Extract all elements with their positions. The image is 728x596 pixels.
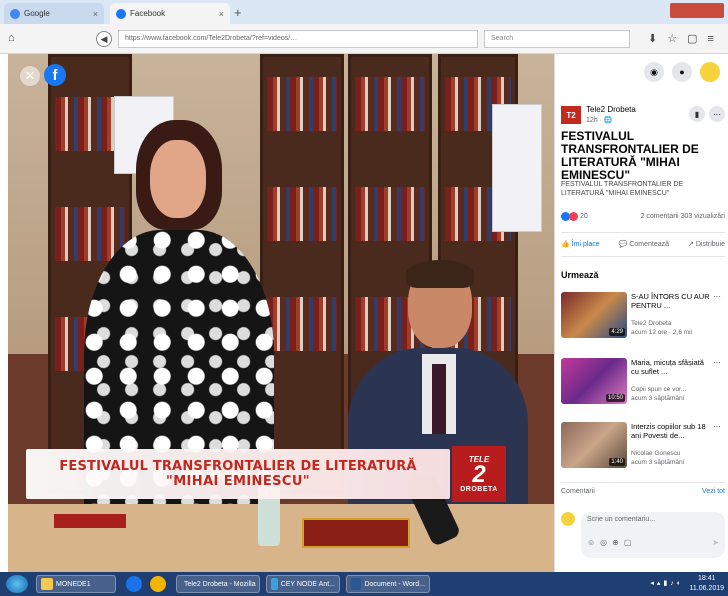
system-tray[interactable]: ◂▴▮♪◐ (650, 579, 684, 587)
taskbar: MONEDE1 Tele2 Drobeta - Mozilla CEY NODE… (0, 572, 728, 596)
post-stats: 20 2 comentarii 303 vizualizări (561, 212, 725, 226)
tab-label: Google (24, 9, 50, 18)
notifications-icon[interactable]: ● (672, 62, 692, 82)
list-item[interactable]: 4:29 S-AU ÎNTORS CU AUR PENTRU ... Tele2… (561, 292, 725, 346)
banner-line1: FESTIVALUL TRANSFRONTALIER DE LITERATURĂ (59, 459, 417, 474)
comment-tools[interactable]: ☺◎⊕▢ (587, 538, 636, 547)
video-meta: acum 12 ore · 2,6 mii (631, 329, 693, 336)
post-actions: 👍 Îmi place 💬 Comentează ↗ Distribuie (561, 240, 725, 248)
avatar (561, 512, 575, 526)
google-icon (10, 8, 20, 19)
reactions[interactable]: 20 (561, 212, 588, 221)
toolbar-icons[interactable]: ⬇☆▢≡ (648, 32, 724, 45)
tab-label: Facebook (130, 9, 166, 18)
video-title[interactable]: Maria, micuța sfâșiată cu suflet ... (631, 358, 713, 376)
love-icon (569, 212, 578, 221)
wall-poster (492, 104, 542, 232)
list-item[interactable]: 1:40 Interzis copiilor sub 18 ani Povest… (561, 422, 725, 476)
post-time: 12h · 🌐 (586, 117, 613, 124)
page-logo[interactable]: T2 (561, 106, 581, 124)
comments-label: Comentarii (561, 488, 595, 495)
comments-header: Comentarii Vezi tot (561, 488, 725, 495)
comments-views[interactable]: 2 comentarii 303 vizualizări (641, 213, 725, 220)
video-channel: Tele2 Drobeta (631, 320, 672, 327)
home-icon[interactable]: ⌂ (8, 32, 15, 44)
tele2-logo: TELE 2 DROBETA (452, 446, 506, 502)
reactions-count: 20 (580, 213, 588, 220)
video-title[interactable]: Interzis copiilor sub 18 ani Povesti de.… (631, 422, 713, 440)
table (8, 470, 554, 572)
new-tab-button[interactable]: + (234, 5, 242, 20)
page-header: T2 Tele2 Drobeta 12h · 🌐 ▮ ⋯ (561, 104, 725, 128)
comment-input[interactable]: Scrie un comentariu... (581, 512, 725, 558)
video-channel: Copii spun ce vor... (631, 386, 687, 393)
clock[interactable]: 18:41 11.06.2019 (689, 574, 724, 594)
divider (561, 256, 725, 257)
post-title: FESTIVALUL TRANSFRONTALIER DE LITERATURĂ… (561, 129, 699, 182)
close-icon[interactable]: × (219, 9, 224, 19)
lower-third-banner: FESTIVALUL TRANSFRONTALIER DE LITERATURĂ… (26, 449, 450, 499)
video-channel: Nicolae Gonescu (631, 450, 681, 457)
like-button[interactable]: 👍 Îmi place (561, 240, 600, 248)
messenger-icon[interactable]: ◉ (644, 62, 664, 82)
tab-bar: Google × Facebook × + (0, 0, 728, 24)
page-name[interactable]: Tele2 Drobeta (586, 105, 636, 114)
banner-line2: "MIHAI EMINESCU" (166, 474, 310, 489)
comment-button[interactable]: 💬 Comentează (619, 240, 669, 248)
video-meta: acum 3 săptămâni (631, 459, 685, 466)
taskbar-item[interactable]: CEY NODE Ant... (266, 575, 340, 593)
video-thumbnail[interactable]: 4:29 (561, 292, 627, 338)
search-input[interactable]: Search (484, 30, 630, 48)
close-icon[interactable]: × (93, 9, 98, 19)
more-icon[interactable]: ⋯ (713, 292, 721, 301)
more-icon[interactable]: ⋯ (713, 422, 721, 431)
tab-google[interactable]: Google × (4, 3, 104, 24)
video-thumbnail[interactable]: 10:50 (561, 358, 627, 404)
save-icon[interactable]: ▮ (689, 106, 705, 122)
close-icon[interactable]: ✕ (20, 66, 40, 86)
video-meta: acum 3 săptămâni (631, 395, 685, 402)
ie-icon[interactable] (126, 576, 142, 592)
post-description: FESTIVALUL TRANSFRONTALIER DE LITERATURĂ… (561, 181, 684, 197)
address-bar[interactable]: https://www.facebook.com/Tele2Drobeta/?r… (118, 30, 478, 48)
divider (561, 232, 725, 233)
comment-composer: Scrie un comentariu... ☺◎⊕▢ ➤ (561, 512, 725, 562)
facebook-icon[interactable]: f (44, 64, 66, 86)
header-icons: ◉ ● (644, 62, 720, 82)
taskbar-item[interactable]: Tele2 Drobeta - Mozilla (176, 575, 260, 593)
video-title[interactable]: S-AU ÎNTORS CU AUR PENTRU ... (631, 292, 713, 310)
taskbar-item[interactable]: MONEDE1 (36, 575, 116, 593)
divider (561, 482, 725, 483)
more-icon[interactable]: ⋯ (713, 358, 721, 367)
post-panel: ◉ ● T2 Tele2 Drobeta 12h · 🌐 ▮ ⋯ FESTIVA… (554, 54, 728, 572)
taskbar-item[interactable]: Document - Word... (346, 575, 430, 593)
start-button[interactable] (6, 575, 28, 593)
chrome-icon[interactable] (150, 576, 166, 592)
view-all-link[interactable]: Vezi tot (702, 488, 725, 495)
tab-facebook[interactable]: Facebook × (110, 3, 230, 24)
facebook-icon (116, 8, 126, 19)
up-next-heading: Urmează (561, 270, 599, 280)
back-button[interactable]: ◀ (96, 31, 112, 47)
word-icon (351, 578, 362, 590)
list-item[interactable]: 10:50 Maria, micuța sfâșiată cu suflet .… (561, 358, 725, 412)
share-button[interactable]: ↗ Distribuie (688, 240, 725, 248)
nav-bar: ⌂ ◀ https://www.facebook.com/Tele2Drobet… (0, 24, 728, 54)
video-player[interactable]: FESTIVALUL TRANSFRONTALIER DE LITERATURĂ… (8, 54, 554, 572)
folder-icon (41, 578, 53, 590)
window-controls[interactable] (670, 3, 724, 18)
app-icon (271, 578, 278, 590)
avatar[interactable] (700, 62, 720, 82)
more-icon[interactable]: ⋯ (709, 106, 725, 122)
send-icon[interactable]: ➤ (712, 538, 719, 547)
video-thumbnail[interactable]: 1:40 (561, 422, 627, 468)
